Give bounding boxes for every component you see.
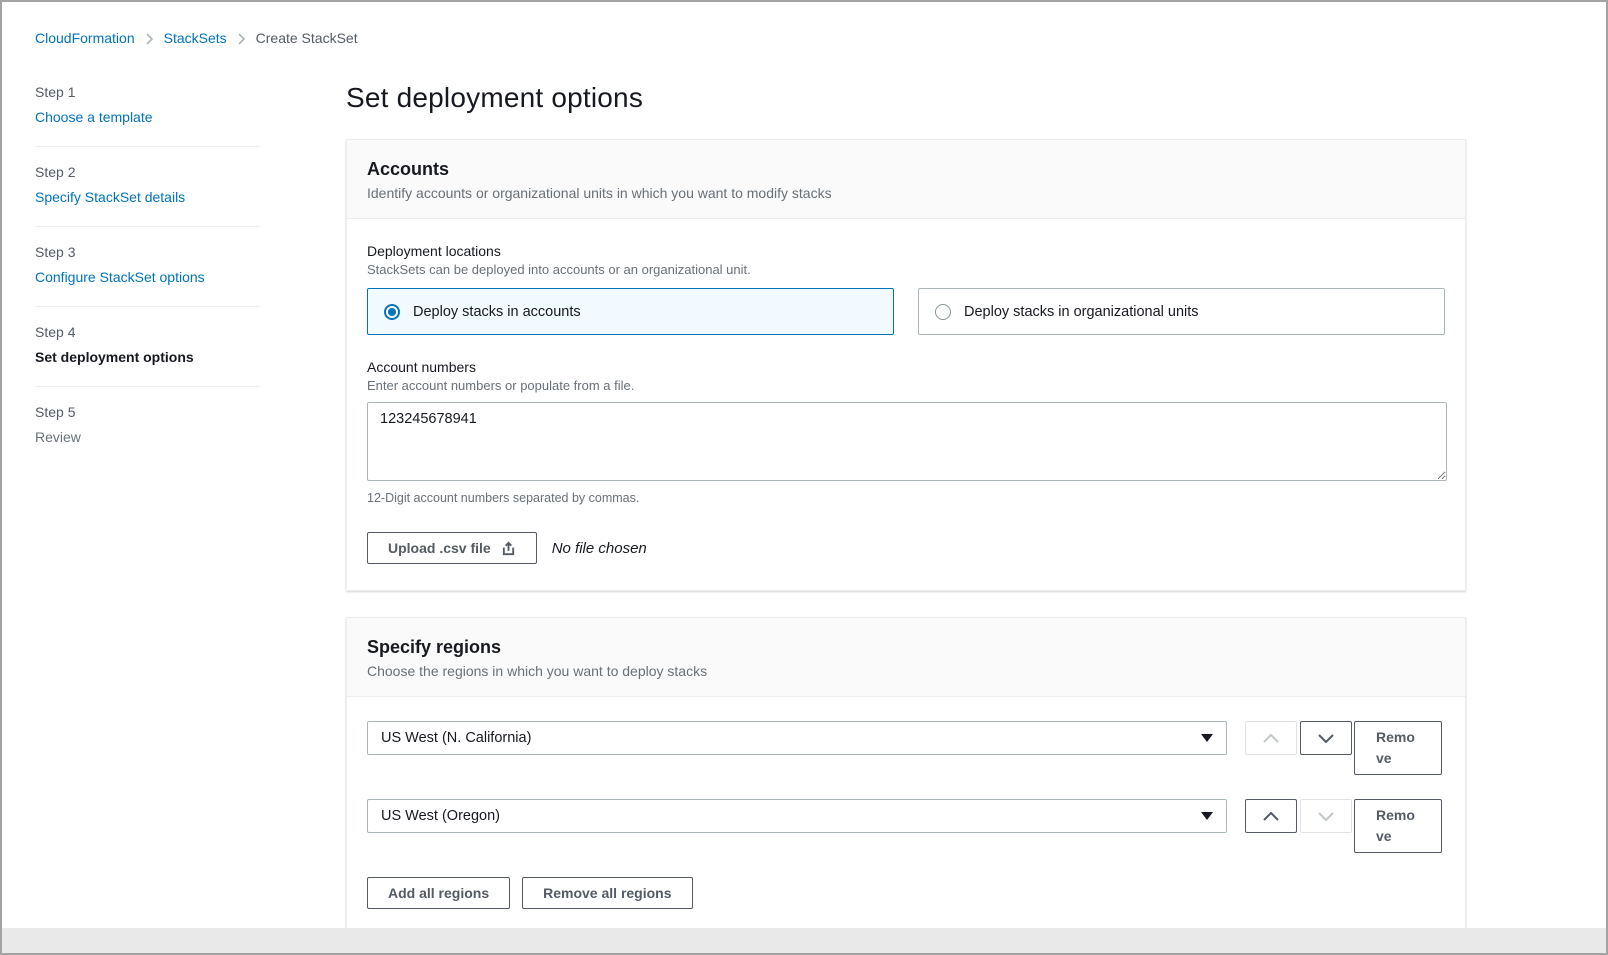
step-5-block: Step 5 Review (35, 387, 259, 466)
step-1-link-choose-template[interactable]: Choose a template (35, 109, 259, 125)
upload-csv-row: Upload .csv file No file chosen (367, 532, 1445, 564)
deployment-locations-description: StackSets can be deployed into accounts … (367, 262, 1445, 277)
radio-unchecked-icon (935, 304, 951, 320)
deployment-locations-options: Deploy stacks in accounts Deploy stacks … (367, 288, 1445, 335)
upload-csv-button[interactable]: Upload .csv file (367, 532, 537, 564)
region-select-1[interactable]: US West (N. California) (367, 721, 1227, 755)
region-2-reorder-controls (1245, 799, 1352, 833)
upload-csv-button-label: Upload .csv file (388, 539, 491, 557)
breadcrumb-current: Create StackSet (256, 30, 358, 46)
region-1-reorder-controls (1245, 721, 1352, 755)
add-all-regions-button[interactable]: Add all regions (367, 877, 510, 909)
step-1-block: Step 1 Choose a template (35, 82, 259, 147)
regions-card-description: Choose the regions in which you want to … (367, 663, 1445, 679)
upload-icon (501, 541, 516, 556)
regions-card-header: Specify regions Choose the regions in wh… (347, 618, 1465, 697)
step-4-current-deployment-options: Set deployment options (35, 349, 259, 365)
accounts-card-description: Identify accounts or organizational unit… (367, 185, 1445, 201)
regions-card-title: Specify regions (367, 637, 1445, 658)
radio-tile-deploy-accounts[interactable]: Deploy stacks in accounts (367, 288, 894, 335)
remove-region-1-button[interactable]: Remove (1354, 721, 1442, 775)
breadcrumb-cloudformation-link[interactable]: CloudFormation (35, 30, 135, 46)
breadcrumb: CloudFormation StackSets Create StackSet (2, 2, 1606, 46)
account-numbers-description: Enter account numbers or populate from a… (367, 378, 1445, 393)
wizard-steps-nav: Step 1 Choose a template Step 2 Specify … (35, 82, 259, 928)
step-4-block: Step 4 Set deployment options (35, 307, 259, 387)
chevron-down-icon (1318, 812, 1334, 821)
step-2-link-stackset-details[interactable]: Specify StackSet details (35, 189, 259, 205)
region-row-1: US West (N. California) (367, 721, 1445, 775)
breadcrumb-stacksets-link[interactable]: StackSets (164, 30, 227, 46)
remove-all-regions-button[interactable]: Remove all regions (522, 877, 692, 909)
region-row-2: US West (Oregon) (367, 799, 1445, 853)
step-2-number: Step 2 (35, 164, 259, 180)
move-down-button-disabled (1300, 799, 1352, 833)
accounts-card: Accounts Identify accounts or organizati… (346, 139, 1466, 591)
chevron-down-icon (1318, 734, 1334, 743)
regions-card-body: US West (N. California) (347, 697, 1465, 928)
radio-tile-deploy-accounts-label: Deploy stacks in accounts (413, 304, 581, 320)
chevron-up-icon (1263, 734, 1279, 743)
accounts-card-header: Accounts Identify accounts or organizati… (347, 140, 1465, 219)
region-select-1-value: US West (N. California) (381, 730, 531, 746)
breadcrumb-separator-icon (238, 33, 245, 45)
caret-down-icon (1201, 812, 1213, 820)
step-3-link-stackset-options[interactable]: Configure StackSet options (35, 269, 259, 285)
region-bulk-actions: Add all regions Remove all regions (367, 877, 1445, 909)
step-5-number: Step 5 (35, 404, 259, 420)
account-numbers-label: Account numbers (367, 359, 1445, 375)
specify-regions-card: Specify regions Choose the regions in wh… (346, 617, 1466, 928)
step-1-number: Step 1 (35, 84, 259, 100)
radio-tile-deploy-ou-label: Deploy stacks in organizational units (964, 304, 1199, 320)
move-up-button-disabled (1245, 721, 1297, 755)
accounts-card-title: Accounts (367, 159, 1445, 180)
account-numbers-input[interactable]: 123245678941 (367, 402, 1447, 481)
accounts-card-body: Deployment locations StackSets can be de… (347, 219, 1465, 590)
step-3-number: Step 3 (35, 244, 259, 260)
radio-checked-icon (384, 304, 400, 320)
caret-down-icon (1201, 734, 1213, 742)
step-4-number: Step 4 (35, 324, 259, 340)
region-select-2[interactable]: US West (Oregon) (367, 799, 1227, 833)
main-content: Set deployment options Accounts Identify… (346, 82, 1466, 928)
remove-region-2-button[interactable]: Remove (1354, 799, 1442, 853)
account-numbers-hint: 12-Digit account numbers separated by co… (367, 491, 1445, 505)
deployment-locations-label: Deployment locations (367, 243, 1445, 259)
radio-tile-deploy-organizational-units[interactable]: Deploy stacks in organizational units (918, 288, 1445, 335)
breadcrumb-separator-icon (146, 33, 153, 45)
step-5-review: Review (35, 429, 259, 445)
move-down-button[interactable] (1300, 721, 1352, 755)
region-select-2-value: US West (Oregon) (381, 808, 500, 824)
cloudformation-page: CloudFormation StackSets Create StackSet… (2, 2, 1606, 928)
chevron-up-icon (1263, 812, 1279, 821)
account-numbers-field: Account numbers Enter account numbers or… (367, 359, 1445, 505)
screenshot-frame: CloudFormation StackSets Create StackSet… (0, 0, 1608, 955)
step-3-block: Step 3 Configure StackSet options (35, 227, 259, 307)
file-chosen-status: No file chosen (552, 540, 647, 557)
step-2-block: Step 2 Specify StackSet details (35, 147, 259, 227)
page-title: Set deployment options (346, 82, 1466, 114)
move-up-button[interactable] (1245, 799, 1297, 833)
